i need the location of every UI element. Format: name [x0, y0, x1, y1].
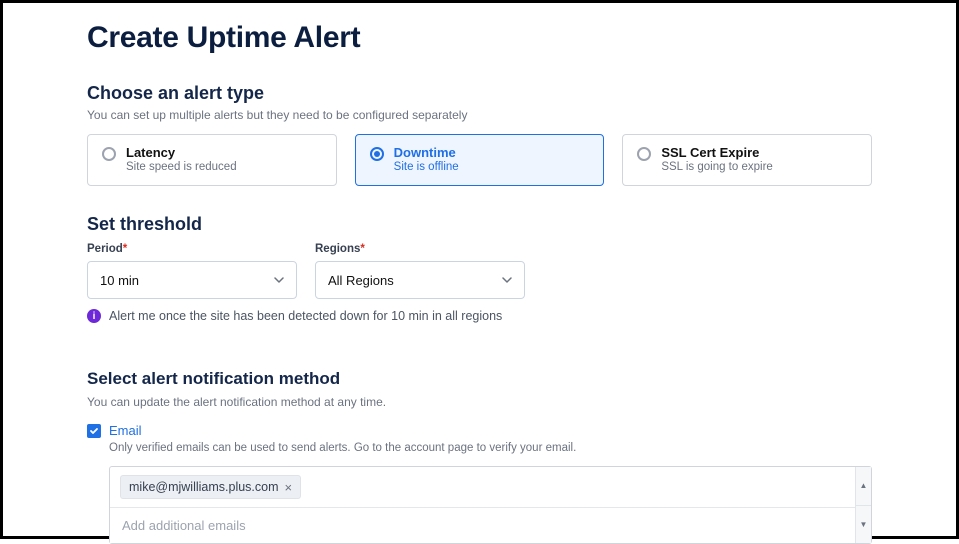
alert-type-heading: Choose an alert type: [87, 83, 872, 104]
threshold-info: i Alert me once the site has been detect…: [87, 309, 872, 323]
radio-icon: [370, 147, 384, 161]
alert-type-section: Choose an alert type You can set up mult…: [87, 83, 872, 186]
regions-select[interactable]: All Regions: [315, 261, 525, 299]
notification-section: Select alert notification method You can…: [87, 369, 872, 544]
threshold-info-text: Alert me once the site has been detected…: [109, 309, 502, 323]
alert-card-sub: Site speed is reduced: [126, 161, 237, 173]
email-chip: mike@mjwilliams.plus.com ×: [120, 475, 301, 499]
close-icon[interactable]: ×: [285, 481, 293, 494]
alert-card-sub: SSL is going to expire: [661, 161, 772, 173]
radio-icon: [637, 147, 651, 161]
notification-helper: You can update the alert notification me…: [87, 395, 872, 409]
period-field: Period* 10 min: [87, 243, 297, 299]
alert-card-ssl[interactable]: SSL Cert Expire SSL is going to expire: [622, 134, 872, 186]
regions-value: All Regions: [328, 273, 394, 288]
email-check-row: Email: [87, 423, 872, 438]
email-check-label: Email: [109, 423, 142, 438]
period-value: 10 min: [100, 273, 139, 288]
regions-label: Regions*: [315, 243, 525, 255]
notification-heading: Select alert notification method: [87, 369, 872, 389]
period-select[interactable]: 10 min: [87, 261, 297, 299]
chevron-down-icon: [274, 275, 284, 285]
email-chip-text: mike@mjwilliams.plus.com: [129, 480, 279, 494]
radio-icon: [102, 147, 116, 161]
spinner-up[interactable]: ▲: [856, 467, 871, 506]
alert-type-options: Latency Site speed is reduced Downtime S…: [87, 134, 872, 186]
threshold-heading: Set threshold: [87, 214, 872, 235]
email-chip-row: mike@mjwilliams.plus.com ×: [110, 467, 871, 508]
alert-card-title: Latency: [126, 145, 237, 160]
regions-field: Regions* All Regions: [315, 243, 525, 299]
email-checkbox[interactable]: [87, 424, 101, 438]
alert-type-helper: You can set up multiple alerts but they …: [87, 108, 872, 122]
alert-card-downtime[interactable]: Downtime Site is offline: [355, 134, 605, 186]
alert-card-latency[interactable]: Latency Site speed is reduced: [87, 134, 337, 186]
spinner-down[interactable]: ▼: [856, 506, 871, 544]
email-box: mike@mjwilliams.plus.com × ▲ ▼: [109, 466, 872, 544]
alert-card-title: Downtime: [394, 145, 459, 160]
email-input[interactable]: [110, 508, 871, 543]
email-check-sub: Only verified emails can be used to send…: [109, 442, 872, 454]
threshold-section: Set threshold Period* 10 min Regions* Al…: [87, 214, 872, 323]
period-label: Period*: [87, 243, 297, 255]
chevron-down-icon: [502, 275, 512, 285]
email-spinner: ▲ ▼: [855, 467, 871, 543]
alert-card-title: SSL Cert Expire: [661, 145, 772, 160]
info-icon: i: [87, 309, 101, 323]
alert-card-sub: Site is offline: [394, 161, 459, 173]
page-title: Create Uptime Alert: [87, 21, 872, 55]
